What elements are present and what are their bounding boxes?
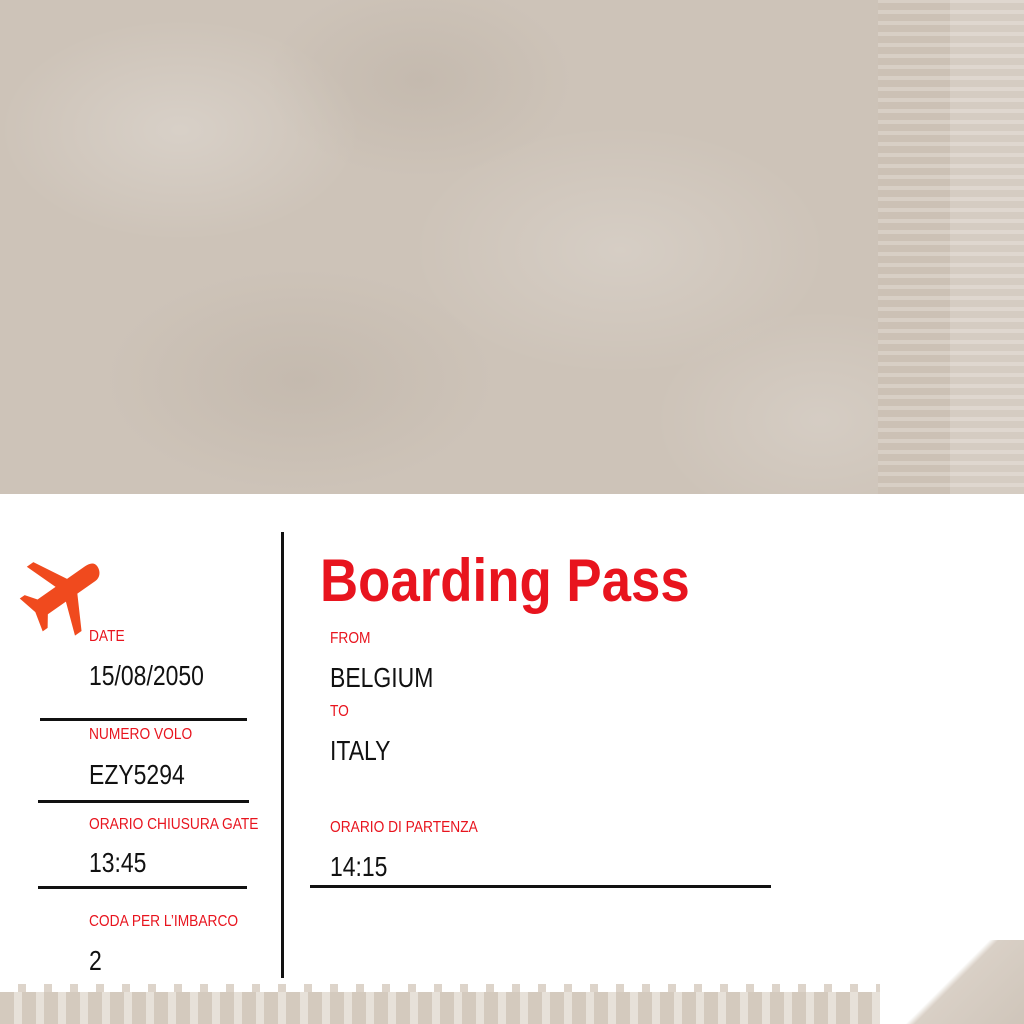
vertical-divider [281, 532, 284, 978]
flight-number-value: EZY5294 [89, 759, 185, 790]
from-value: BELGIUM [330, 662, 434, 693]
date-label: DATE [89, 628, 125, 645]
flight-number-label: NUMERO VOLO [89, 726, 193, 743]
departure-time-label: ORARIO DI PARTENZA [330, 819, 478, 836]
boarding-queue-value: 2 [89, 945, 102, 976]
corner-fold [880, 940, 1024, 1024]
to-label: TO [330, 703, 349, 720]
boarding-pass-image: DATE 15/08/2050 NUMERO VOLO EZY5294 ORAR… [0, 0, 1024, 1024]
gate-closing-label: ORARIO CHIUSURA GATE [89, 816, 259, 833]
divider-line [38, 886, 247, 889]
divider-line [310, 885, 771, 888]
torn-edge [0, 984, 1024, 1024]
departure-time-value: 14:15 [330, 851, 388, 882]
divider-line [40, 718, 247, 721]
to-value: ITALY [330, 735, 391, 766]
from-label: FROM [330, 630, 371, 647]
parchment-background [0, 0, 1024, 494]
divider-line [38, 800, 249, 803]
gate-closing-value: 13:45 [89, 847, 147, 878]
parchment-edge [878, 0, 1024, 494]
airplane-icon [19, 562, 100, 636]
date-value: 15/08/2050 [89, 660, 204, 691]
boarding-queue-label: CODA PER L’IMBARCO [89, 913, 239, 930]
page-title: Boarding Pass [320, 547, 690, 614]
